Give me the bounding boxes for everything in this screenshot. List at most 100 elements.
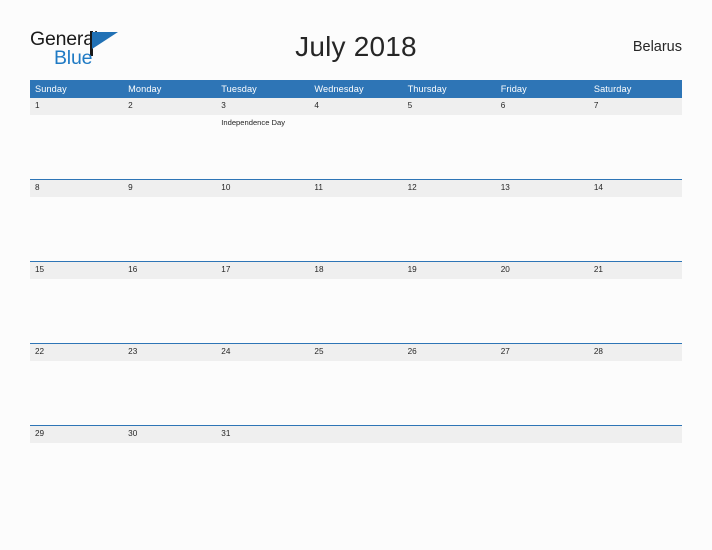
day-cell-inner: 7 xyxy=(588,98,682,179)
calendar-day-cell[interactable]: 2 xyxy=(123,98,217,180)
calendar-day-cell[interactable]: 5 xyxy=(402,98,496,180)
day-events xyxy=(123,279,216,282)
calendar-day-cell[interactable]: 23 xyxy=(123,343,217,426)
calendar-day-cell[interactable]: 16 xyxy=(123,261,217,344)
day-number: 26 xyxy=(402,344,496,361)
calendar-day-cell[interactable]: 24 xyxy=(216,343,310,426)
calendar-day-cell[interactable] xyxy=(495,425,589,507)
page-header: General Blue July 2018 Belarus xyxy=(0,0,712,80)
day-number: 12 xyxy=(402,180,496,197)
day-number: 31 xyxy=(216,426,310,443)
calendar-day-cell[interactable]: 9 xyxy=(123,179,217,262)
calendar-day-cell[interactable]: 1 xyxy=(30,98,124,180)
day-cell-inner: 16 xyxy=(123,262,217,343)
calendar-day-cell[interactable]: 19 xyxy=(402,261,496,344)
day-events xyxy=(216,361,309,364)
day-events xyxy=(309,443,402,446)
calendar-day-cell[interactable]: 3 Independence Day xyxy=(216,98,310,180)
day-events xyxy=(496,443,589,446)
day-number: 6 xyxy=(495,98,589,115)
calendar-day-cell[interactable]: 6 xyxy=(495,98,589,180)
calendar-day-cell[interactable]: 22 xyxy=(30,343,124,426)
day-cell-inner: 13 xyxy=(495,180,589,261)
day-cell-inner: 17 xyxy=(216,262,310,343)
day-number: 1 xyxy=(30,98,124,115)
calendar-day-cell[interactable]: 31 xyxy=(216,425,310,507)
calendar-day-cell[interactable]: 29 xyxy=(30,425,124,507)
day-cell-inner: 27 xyxy=(495,344,589,425)
day-number: 10 xyxy=(216,180,310,197)
calendar-day-cell[interactable]: 20 xyxy=(495,261,589,344)
weekday-header-tuesday: Tuesday xyxy=(216,80,310,98)
calendar-day-cell[interactable]: 26 xyxy=(402,343,496,426)
day-cell-inner: 15 xyxy=(30,262,124,343)
calendar-day-cell[interactable]: 27 xyxy=(495,343,589,426)
calendar-day-cell[interactable]: 11 xyxy=(309,179,403,262)
day-cell-inner: 28 xyxy=(588,344,682,425)
day-cell-inner: 21 xyxy=(588,262,682,343)
calendar-day-cell[interactable]: 25 xyxy=(309,343,403,426)
calendar-day-cell[interactable]: 28 xyxy=(588,343,682,426)
calendar-body: 1 2 3 Independence Day 4 5 6 7 8 9 10 11 12 13 14 15 16 1… xyxy=(30,98,682,507)
day-cell-inner: 22 xyxy=(30,344,124,425)
calendar-week-row: 22 23 24 25 26 27 28 xyxy=(30,343,682,426)
weekday-header-wednesday: Wednesday xyxy=(309,80,403,98)
calendar-day-cell[interactable] xyxy=(588,425,682,507)
day-cell-inner: 5 xyxy=(402,98,496,179)
calendar-day-cell[interactable]: 12 xyxy=(402,179,496,262)
calendar-container: Sunday Monday Tuesday Wednesday Thursday… xyxy=(30,80,682,507)
day-number: 21 xyxy=(588,262,682,279)
day-number xyxy=(309,426,403,443)
day-events xyxy=(403,197,496,200)
day-events xyxy=(589,115,682,118)
day-events xyxy=(496,197,589,200)
calendar-day-cell[interactable] xyxy=(309,425,403,507)
day-cell-inner xyxy=(495,426,589,507)
weekday-header-friday: Friday xyxy=(495,80,589,98)
day-events xyxy=(123,197,216,200)
day-cell-inner: 8 xyxy=(30,180,124,261)
day-events xyxy=(30,115,123,118)
day-number: 17 xyxy=(216,262,310,279)
day-cell-inner: 24 xyxy=(216,344,310,425)
day-events xyxy=(309,197,402,200)
day-events xyxy=(123,361,216,364)
day-number: 2 xyxy=(123,98,217,115)
day-number: 24 xyxy=(216,344,310,361)
day-events xyxy=(496,279,589,282)
calendar-day-cell[interactable] xyxy=(402,425,496,507)
calendar-day-cell[interactable]: 8 xyxy=(30,179,124,262)
day-number: 23 xyxy=(123,344,217,361)
day-cell-inner xyxy=(402,426,496,507)
day-events xyxy=(589,279,682,282)
weekday-header-monday: Monday xyxy=(123,80,217,98)
day-events xyxy=(496,115,589,118)
day-number: 25 xyxy=(309,344,403,361)
day-number: 14 xyxy=(588,180,682,197)
calendar-day-cell[interactable]: 18 xyxy=(309,261,403,344)
calendar-day-cell[interactable]: 10 xyxy=(216,179,310,262)
calendar-day-cell[interactable]: 14 xyxy=(588,179,682,262)
calendar-day-cell[interactable]: 13 xyxy=(495,179,589,262)
calendar-day-cell[interactable]: 15 xyxy=(30,261,124,344)
calendar-day-cell[interactable]: 17 xyxy=(216,261,310,344)
calendar-day-cell[interactable]: 21 xyxy=(588,261,682,344)
day-cell-inner: 23 xyxy=(123,344,217,425)
day-events xyxy=(589,197,682,200)
day-cell-inner: 3 Independence Day xyxy=(216,98,310,179)
calendar-day-cell[interactable]: 4 xyxy=(309,98,403,180)
day-cell-inner: 2 xyxy=(123,98,217,179)
day-events xyxy=(403,361,496,364)
calendar-day-cell[interactable]: 30 xyxy=(123,425,217,507)
day-events xyxy=(403,279,496,282)
day-number xyxy=(402,426,496,443)
day-cell-inner: 9 xyxy=(123,180,217,261)
day-number: 18 xyxy=(309,262,403,279)
day-events xyxy=(496,361,589,364)
day-cell-inner: 31 xyxy=(216,426,310,507)
day-number: 29 xyxy=(30,426,124,443)
day-number: 8 xyxy=(30,180,124,197)
day-cell-inner: 25 xyxy=(309,344,403,425)
day-number: 30 xyxy=(123,426,217,443)
calendar-day-cell[interactable]: 7 xyxy=(588,98,682,180)
